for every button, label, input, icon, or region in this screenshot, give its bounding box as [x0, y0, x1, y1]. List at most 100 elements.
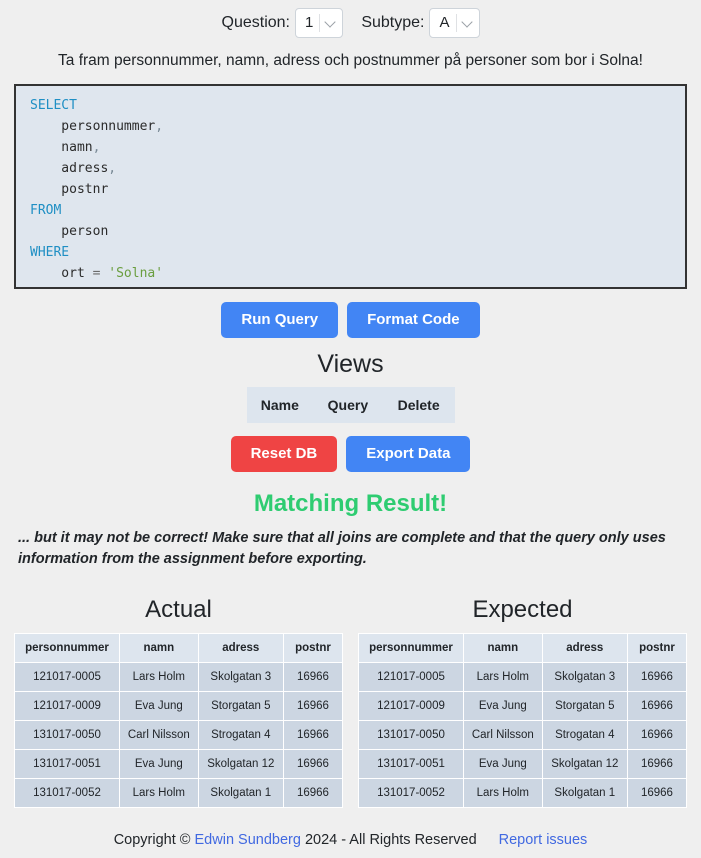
table-cell: Storgatan 5 — [541, 691, 628, 721]
copyright-prefix: Copyright © — [113, 832, 195, 848]
table-row: 131017-0052 Lars Holm Skolgatan 1 16966 — [358, 778, 688, 808]
table-cell: Skolgatan 1 — [541, 778, 628, 808]
table-row: 131017-0051 Eva Jung Skolgatan 12 16966 — [358, 749, 688, 779]
table-cell: Storgatan 5 — [197, 691, 284, 721]
sql-code-line: personnummer, — [30, 119, 164, 134]
column-header-namn: namn — [462, 633, 543, 663]
column-header-adress: adress — [197, 633, 284, 663]
page-footer: Copyright © Edwin Sundberg 2024 - All Ri… — [0, 832, 701, 848]
table-cell: Carl Nilsson — [462, 720, 543, 750]
sql-code-line: postnr — [30, 182, 109, 197]
table-row: 131017-0050 Carl Nilsson Strogatan 4 16966 — [358, 720, 688, 750]
table-row: 131017-0050 Carl Nilsson Strogatan 4 16966 — [14, 720, 344, 750]
table-cell: 121017-0005 — [358, 662, 464, 692]
sql-code-line: ort = 'Solna' — [30, 266, 164, 281]
table-cell: 131017-0052 — [14, 778, 120, 808]
table-cell: Carl Nilsson — [118, 720, 199, 750]
table-row: 131017-0052 Lars Holm Skolgatan 1 16966 — [14, 778, 344, 808]
table-cell: 16966 — [626, 720, 688, 750]
actual-result-block: Actual personnummer namn adress postnr 1210… — [14, 596, 344, 808]
table-cell: 16966 — [626, 691, 688, 721]
table-cell: Skolgatan 12 — [197, 749, 284, 779]
views-column-name: Name — [260, 397, 299, 413]
table-cell: 16966 — [626, 778, 688, 808]
query-action-row: Run Query Format Code — [0, 302, 701, 338]
question-select-value: 1 — [304, 14, 314, 31]
sql-code-editor[interactable]: SELECT personnummer, namn, adress, postn… — [14, 84, 687, 289]
expected-result-table: personnummer namn adress postnr 121017-0005… — [358, 633, 688, 808]
table-cell: 16966 — [282, 720, 344, 750]
select-divider — [455, 13, 457, 32]
expected-header-row: personnummer namn adress postnr — [358, 633, 688, 663]
actual-result-table: personnummer namn adress postnr 121017-0005… — [14, 633, 344, 808]
question-select[interactable]: 1 — [294, 7, 344, 38]
sql-code-body[interactable]: SELECT personnummer, namn, adress, postn… — [30, 95, 685, 284]
column-header-postnr: postnr — [626, 633, 688, 663]
subtype-select-value: A — [439, 14, 450, 31]
subtype-select[interactable]: A — [429, 7, 480, 38]
views-header-row: Name Query Delete — [247, 387, 455, 423]
export-data-button[interactable]: Export Data — [346, 436, 471, 472]
table-cell: Lars Holm — [118, 778, 199, 808]
table-cell: 121017-0009 — [358, 691, 464, 721]
subtype-selector-group: Subtype: A — [361, 7, 480, 38]
column-header-personnummer: personnummer — [358, 633, 464, 663]
expected-table-body: 121017-0005 Lars Holm Skolgatan 3 16966 1210… — [358, 662, 688, 808]
select-divider — [319, 13, 321, 32]
chevron-down-icon — [325, 16, 338, 29]
author-link[interactable]: Edwin Sundberg — [195, 832, 301, 848]
column-header-postnr: postnr — [282, 633, 344, 663]
table-cell: Skolgatan 3 — [541, 662, 628, 692]
results-comparison: Actual personnummer namn adress postnr 1210… — [0, 596, 701, 808]
sql-code-line: FROM — [30, 203, 62, 218]
table-cell: 16966 — [282, 662, 344, 692]
expected-result-block: Expected personnummer namn adress postnr 12… — [358, 596, 688, 808]
chevron-down-icon — [462, 16, 475, 29]
table-cell: Eva Jung — [462, 749, 543, 779]
table-cell: 16966 — [282, 691, 344, 721]
table-row: 121017-0009 Eva Jung Storgatan 5 16966 — [14, 691, 344, 721]
table-cell: Lars Holm — [462, 778, 543, 808]
table-cell: 131017-0050 — [14, 720, 120, 750]
format-code-button[interactable]: Format Code — [347, 302, 480, 338]
sql-code-line: adress, — [30, 161, 117, 176]
table-cell: 16966 — [626, 662, 688, 692]
table-cell: Strogatan 4 — [541, 720, 628, 750]
sql-code-line: namn, — [30, 140, 101, 155]
views-column-query: Query — [327, 397, 369, 413]
column-header-namn: namn — [118, 633, 199, 663]
table-cell: Eva Jung — [462, 691, 543, 721]
table-cell: Skolgatan 12 — [541, 749, 628, 779]
table-cell: 131017-0050 — [358, 720, 464, 750]
report-issues-link[interactable]: Report issues — [499, 832, 588, 848]
table-cell: 16966 — [626, 749, 688, 779]
subtype-label: Subtype: — [361, 13, 425, 31]
table-cell: 121017-0009 — [14, 691, 120, 721]
table-cell: 16966 — [282, 778, 344, 808]
assignment-question-text: Ta fram personnummer, namn, adress och p… — [58, 52, 643, 69]
column-header-adress: adress — [541, 633, 628, 663]
views-heading: Views — [317, 350, 384, 378]
result-warning-note: ... but it may not be correct! Make sure… — [18, 530, 666, 567]
actual-table-body: 121017-0005 Lars Holm Skolgatan 3 16966 1210… — [14, 662, 344, 808]
table-cell: Strogatan 4 — [197, 720, 284, 750]
reset-db-button[interactable]: Reset DB — [230, 436, 338, 472]
table-cell: 121017-0005 — [14, 662, 120, 692]
table-row: 121017-0009 Eva Jung Storgatan 5 16966 — [358, 691, 688, 721]
table-cell: Lars Holm — [462, 662, 543, 692]
run-query-button[interactable]: Run Query — [221, 302, 339, 338]
question-selector-group: Question: 1 — [222, 7, 344, 38]
views-table: Name Query Delete — [246, 387, 455, 423]
table-cell: 131017-0052 — [358, 778, 464, 808]
table-cell: Eva Jung — [118, 749, 199, 779]
table-cell: 16966 — [282, 749, 344, 779]
sql-trainer-page: Question: 1 Subtype: A Ta fram personnum… — [0, 0, 701, 858]
actual-header-row: personnummer namn adress postnr — [14, 633, 344, 663]
sql-code-line: person — [30, 224, 109, 239]
table-cell: Eva Jung — [118, 691, 199, 721]
result-status-message: Matching Result! — [253, 490, 448, 517]
table-cell: Skolgatan 3 — [197, 662, 284, 692]
table-cell: Skolgatan 1 — [197, 778, 284, 808]
database-action-row: Reset DB Export Data — [0, 436, 701, 472]
expected-table-title: Expected — [472, 596, 573, 623]
